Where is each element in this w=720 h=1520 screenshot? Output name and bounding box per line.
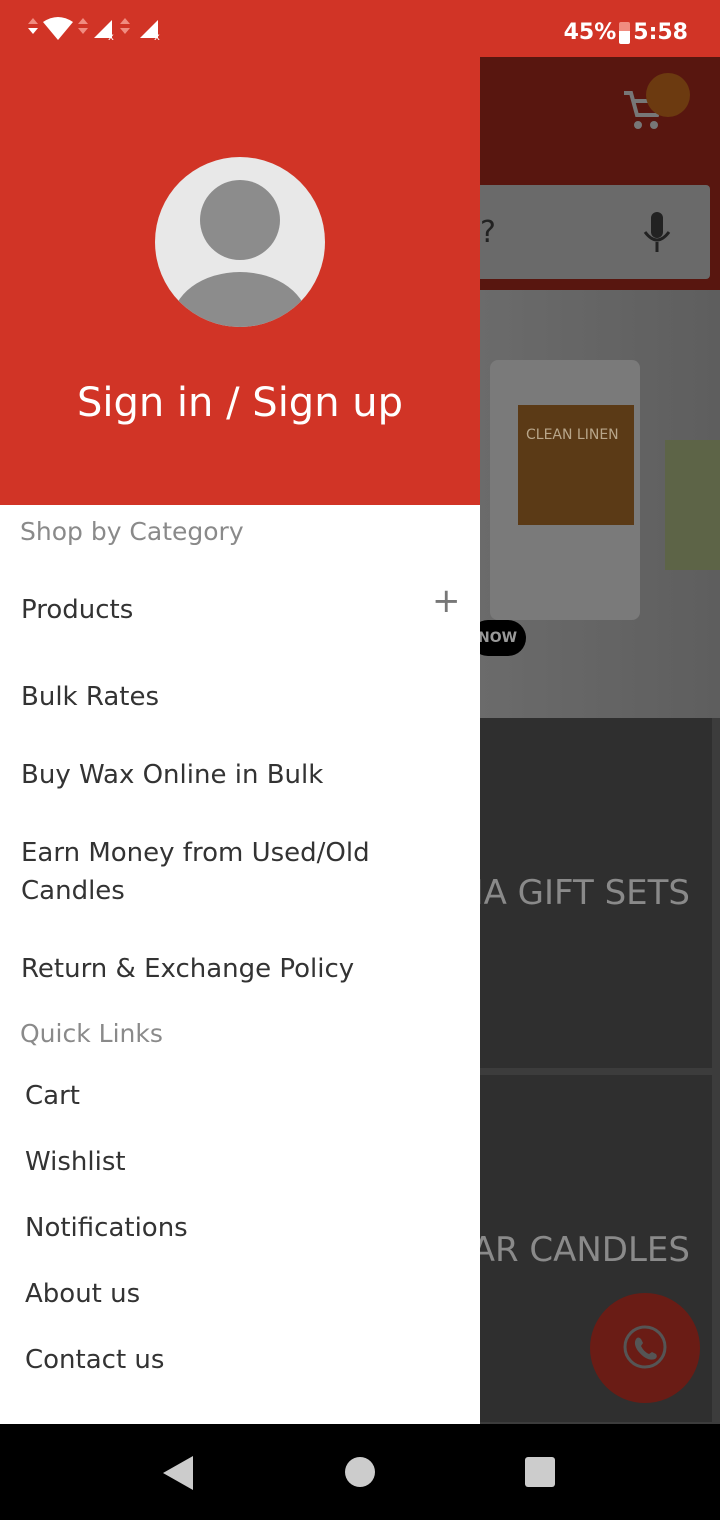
drawer-item-bulk-rates[interactable]: Bulk Rates	[21, 678, 441, 716]
candle-image: CLEAN LINEN	[490, 360, 640, 620]
expand-plus-icon[interactable]: +	[432, 584, 461, 618]
home-icon[interactable]	[345, 1457, 375, 1487]
status-icons: x x	[28, 16, 166, 42]
svg-text:x: x	[154, 32, 160, 42]
candle-image	[665, 440, 720, 570]
section-header: Quick Links	[20, 1019, 163, 1048]
drawer-item-products[interactable]: Products	[21, 591, 441, 629]
drawer-item-earn-money[interactable]: Earn Money from Used/Old Candles	[21, 834, 401, 910]
quick-link-wishlist[interactable]: Wishlist	[25, 1147, 126, 1177]
drawer-header: Sign in / Sign up	[0, 57, 480, 505]
quick-link-about[interactable]: About us	[25, 1279, 140, 1309]
quick-link-cart[interactable]: Cart	[25, 1081, 80, 1111]
hero-banner[interactable]: CLEAN LINEN NOW	[470, 290, 720, 718]
battery-percent: 45%	[563, 20, 617, 45]
search-placeholder: ?	[480, 215, 496, 250]
category-card[interactable]: MA GIFT SETS	[480, 718, 712, 1068]
whatsapp-icon	[623, 1325, 667, 1369]
clock: 5:58	[633, 20, 688, 45]
dimmed-home-screen[interactable]: ? CLEAN LINEN NOW MA GIFT SETS AR CANDLE…	[470, 57, 720, 1424]
signal-icon: x	[94, 18, 130, 42]
search-input[interactable]: ?	[480, 185, 710, 279]
quick-link-notifications[interactable]: Notifications	[25, 1213, 188, 1243]
status-bar: x x 45% 5:58	[0, 0, 720, 57]
card-title: AR CANDLES	[480, 1230, 690, 1270]
avatar[interactable]	[155, 157, 325, 327]
drawer-item-buy-wax[interactable]: Buy Wax Online in Bulk	[21, 756, 441, 794]
cart-badge	[646, 73, 690, 117]
sign-in-link[interactable]: Sign in / Sign up	[0, 380, 480, 426]
svg-text:x: x	[108, 32, 114, 42]
system-nav-bar	[0, 1424, 720, 1520]
candle-label: CLEAN LINEN	[518, 405, 634, 525]
whatsapp-button[interactable]	[590, 1293, 700, 1403]
mic-icon[interactable]	[642, 212, 672, 254]
navigation-drawer: Sign in / Sign up Shop by Category Produ…	[0, 57, 480, 1424]
drawer-item-return-policy[interactable]: Return & Exchange Policy	[21, 950, 441, 988]
section-header: Shop by Category	[20, 517, 244, 546]
card-title: MA GIFT SETS	[480, 873, 690, 913]
wifi-icon	[28, 17, 88, 40]
app-bar: ?	[480, 57, 720, 290]
recents-icon[interactable]	[525, 1457, 555, 1487]
quick-link-contact[interactable]: Contact us	[25, 1345, 164, 1375]
back-icon[interactable]	[163, 1456, 193, 1490]
battery-icon	[619, 21, 631, 44]
signal-icon: x	[140, 20, 160, 42]
